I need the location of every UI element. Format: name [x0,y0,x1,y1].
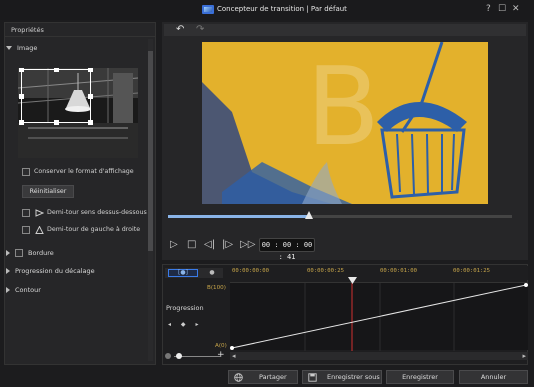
timeline-scrollbar[interactable]: ◂ ▸ [230,352,528,360]
keyframe-graph[interactable] [230,282,528,351]
crop-handle[interactable] [88,94,93,99]
close-icon[interactable]: ✕ [512,4,520,15]
properties-header: Propriétés [5,23,155,37]
ruler-tick-label: 00:00:01:25 [453,268,491,274]
crop-handle[interactable] [19,68,24,72]
flip-horizontal-checkbox[interactable] [22,226,30,234]
zoom-slider-knob[interactable] [176,353,182,359]
zoom-in-icon[interactable]: + [217,351,225,360]
title-bar: Concepteur de transition | Par défaut ? … [0,0,534,20]
crop-handle[interactable] [54,120,59,125]
ruler-tick-label: 00:00:00:00 [232,268,270,274]
border-checkbox[interactable] [15,249,23,257]
app-icon [202,5,214,14]
image-thumbnail[interactable] [18,68,138,158]
fast-forward-icon[interactable]: ▷▷ [240,240,255,250]
preview-stage[interactable]: B [202,42,488,204]
preview-toolbar [164,24,526,36]
flip-horizontal-icon [35,226,44,234]
chevron-right-icon [6,250,10,256]
timecode-display: 00 : 00 : 00 : 41 [259,238,315,261]
stop-icon[interactable]: □ [187,240,196,250]
save-button[interactable]: Enregistrer [386,370,454,384]
stage-letter: B [306,45,381,170]
crop-handle[interactable] [88,120,93,125]
scroll-right-icon[interactable]: ▸ [522,352,526,360]
playhead-marker[interactable] [348,277,357,284]
crop-handle[interactable] [88,68,93,72]
crop-handle[interactable] [19,120,24,125]
save-as-icon [308,373,317,382]
bottom-value-label: A(0) [215,343,227,349]
scroll-left-icon[interactable]: ◂ [232,352,236,360]
undo-icon[interactable]: ↶ [176,24,184,35]
section-offset-progress-label: Progression du décalage [15,267,95,275]
chevron-right-icon [6,287,10,293]
play-icon[interactable]: ▷ [170,240,178,250]
share-label: Partager [259,373,287,381]
share-button[interactable]: Partager [228,370,298,384]
crop-rectangle[interactable] [21,69,91,123]
seek-bar-fill [168,215,310,218]
ruler-tick-label: 00:00:01:00 [380,268,418,274]
keyframe-mode-tab[interactable]: [●] [168,269,198,277]
previous-frame-icon[interactable]: ◁| [204,240,215,250]
seek-bar[interactable] [168,211,512,219]
reset-button[interactable]: Réinitialiser [22,185,74,198]
flip-horizontal-label: Demi-tour de gauche à droite [47,226,141,233]
progression-curve [230,283,528,351]
record-mode-tab[interactable]: ● [204,269,220,277]
crop-handle[interactable] [54,68,59,72]
window-title: Concepteur de transition | Par défaut [217,5,347,13]
flip-vertical-checkbox[interactable] [22,209,30,217]
properties-scrollbar[interactable] [148,39,153,361]
help-icon[interactable]: ? [486,4,491,15]
chevron-down-icon [6,46,12,50]
section-border[interactable]: Bordure [6,249,54,257]
chevron-right-icon [6,268,10,274]
ruler-tick-label: 00:00:00:25 [307,268,345,274]
section-offset-progress[interactable]: Progression du décalage [6,267,95,275]
cancel-button[interactable]: Annuler [459,370,528,384]
keyframe-navigation[interactable]: ◂ ◆ ▸ [168,321,202,328]
zoom-out-icon[interactable] [165,353,171,359]
track-label-progression: Progression [166,304,204,312]
section-outline-label: Contour [15,286,41,294]
flip-vertical-label: Demi-tour sens dessus-dessous [47,209,147,216]
section-border-label: Bordure [28,249,54,257]
save-as-button[interactable]: Enregistrer sous [302,370,382,384]
next-frame-icon[interactable]: |▷ [222,240,233,250]
save-as-label: Enregistrer sous [327,373,380,381]
section-outline[interactable]: Contour [6,286,41,294]
flip-vertical-icon [35,209,44,217]
redo-icon[interactable]: ↷ [196,24,204,35]
keep-aspect-checkbox[interactable] [22,168,30,176]
globe-icon [234,373,243,382]
section-image-label: Image [17,44,38,52]
section-image[interactable]: Image [6,44,37,52]
maximize-icon[interactable]: ☐ [498,4,506,15]
scrollbar-thumb[interactable] [148,51,153,251]
seek-knob[interactable] [305,211,313,219]
crop-handle[interactable] [19,94,24,99]
keep-aspect-label: Conserver le format d'affichage [34,168,134,175]
top-value-label: B(100) [207,285,226,291]
